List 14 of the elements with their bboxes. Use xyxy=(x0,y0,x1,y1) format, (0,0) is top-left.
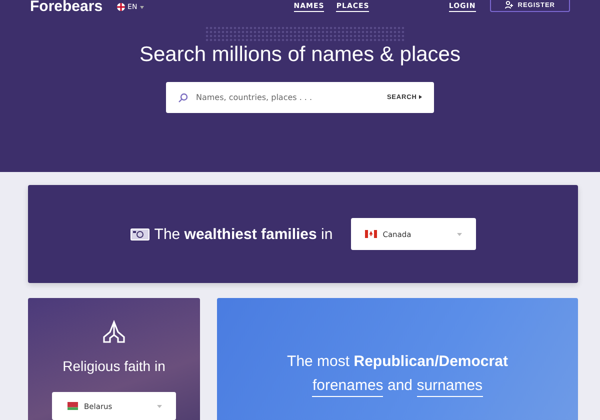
search-icon xyxy=(178,92,188,102)
caret-icon xyxy=(456,232,462,236)
user-plus-icon xyxy=(504,1,514,9)
logo[interactable]: Forebears xyxy=(30,0,103,14)
hero-title: Search millions of names & places xyxy=(140,43,460,67)
flag-icon xyxy=(66,402,78,410)
caret-icon xyxy=(140,6,144,8)
triangle-icon xyxy=(419,95,422,99)
wealth-heading: The wealthiest families in xyxy=(154,226,333,242)
flag-icon xyxy=(116,3,125,11)
flag-icon xyxy=(364,230,377,238)
caret-icon xyxy=(157,404,162,408)
politics-heading: The most Republican/Democrat forenames and surnames xyxy=(287,350,508,420)
faith-heading: Religious faith in xyxy=(62,358,166,374)
